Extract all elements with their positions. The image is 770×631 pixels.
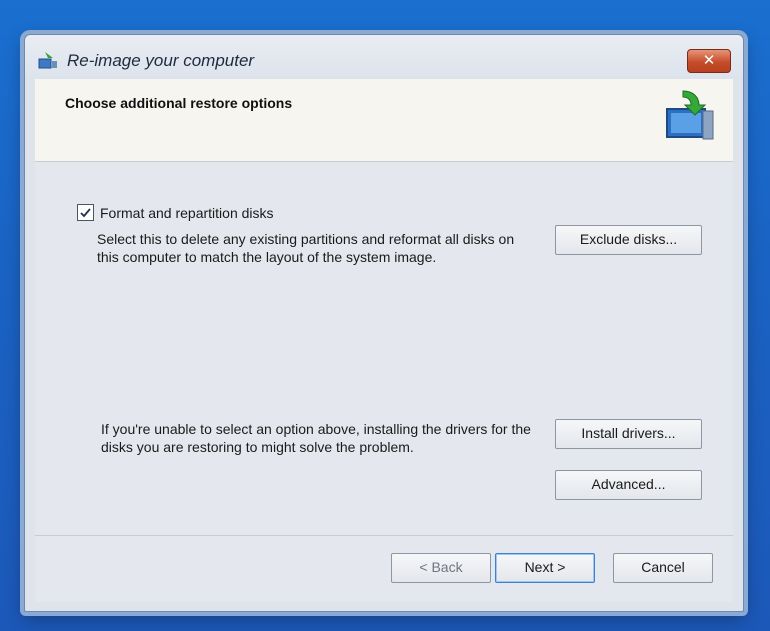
next-button[interactable]: Next > (495, 553, 595, 583)
page-title: Choose additional restore options (65, 95, 293, 111)
advanced-button[interactable]: Advanced... (555, 470, 702, 500)
install-drivers-button[interactable]: Install drivers... (555, 419, 702, 449)
checkmark-icon (80, 208, 91, 218)
format-checkbox-row[interactable]: Format and repartition disks (77, 204, 274, 221)
reimage-dialog: Re-image your computer ✕ Choose addition… (24, 34, 744, 612)
footer: < Back Next > Cancel (35, 536, 733, 602)
title-bar[interactable]: Re-image your computer ✕ (25, 35, 743, 79)
close-button[interactable]: ✕ (687, 49, 731, 73)
format-checkbox-label: Format and repartition disks (100, 204, 274, 221)
exclude-disks-button[interactable]: Exclude disks... (555, 225, 702, 255)
format-checkbox[interactable] (77, 204, 94, 221)
window-title: Re-image your computer (67, 51, 255, 70)
reimage-icon (38, 52, 57, 69)
drivers-description: If you're unable to select an option abo… (101, 421, 531, 455)
cancel-button[interactable]: Cancel (613, 553, 713, 583)
back-button[interactable]: < Back (391, 553, 491, 583)
header-band: Choose additional restore options (35, 79, 733, 162)
format-description: Select this to delete any existing parti… (97, 231, 515, 265)
computer-restore-icon (666, 90, 714, 140)
content-area: Format and repartition disks Select this… (35, 162, 733, 535)
